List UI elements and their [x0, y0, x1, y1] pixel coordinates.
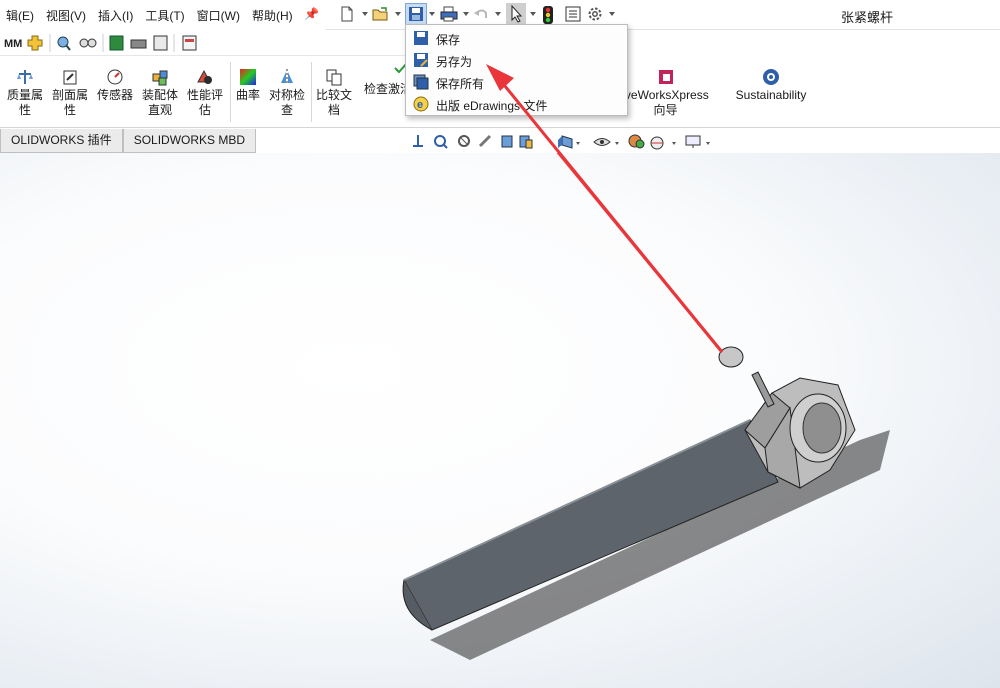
compare-documents-button[interactable]: 比较文档	[313, 56, 355, 118]
heads-up-view-toolbar	[410, 132, 720, 152]
options-dropdown-caret[interactable]	[609, 12, 615, 16]
ribbon-separator	[311, 62, 312, 122]
assembly-visualization-icon	[151, 68, 169, 86]
secondary-toolbar: MM	[0, 30, 405, 56]
model-view	[402, 153, 890, 660]
curvature-icon	[239, 68, 257, 86]
edrawings-icon: e	[413, 96, 429, 112]
assembly-visualization-button[interactable]: 装配体 直观	[139, 56, 181, 118]
new-document-icon[interactable]	[339, 6, 355, 22]
open-folder-icon[interactable]	[372, 6, 388, 22]
graphics-area[interactable]	[0, 153, 1000, 688]
driveworksxpress-wizard-button[interactable]: iveWorksXpress 向导	[618, 56, 713, 118]
menu-item-save[interactable]: 保存	[406, 27, 627, 49]
performance-evaluation-icon	[196, 68, 214, 86]
sustainability-icon	[762, 68, 780, 86]
menu-window[interactable]: 窗口(W)	[191, 7, 246, 24]
driveworksxpress-icon	[657, 68, 675, 86]
print-icon[interactable]	[440, 6, 458, 22]
performance-evaluation-button[interactable]: 性能评估	[184, 56, 226, 118]
menu-item-save-all[interactable]: 保存所有	[406, 71, 627, 93]
menu-item-save-as[interactable]: 另存为	[406, 49, 627, 71]
tab-solidworks-addins[interactable]: OLIDWORKS 插件	[0, 129, 123, 153]
toolbar-small-icons: MM	[4, 34, 197, 52]
svg-text:MM: MM	[4, 38, 22, 50]
compare-documents-icon	[325, 68, 343, 86]
sensor-gauge-icon	[106, 68, 124, 86]
file-properties-icon[interactable]	[565, 6, 581, 22]
save-as-icon	[413, 52, 429, 68]
view-tool-icons[interactable]	[413, 134, 710, 150]
symmetry-check-icon	[278, 68, 296, 86]
mass-properties-button[interactable]: 质量属性	[4, 56, 46, 118]
select-cursor-icon[interactable]	[506, 3, 526, 25]
menu-insert[interactable]: 插入(I)	[92, 7, 139, 24]
sensor-button[interactable]: 传感器	[94, 56, 136, 103]
save-dropdown-menu: 保存 另存为 保存所有 e 出版 eDrawings 文件	[405, 24, 628, 116]
pin-icon[interactable]: 📌	[304, 7, 319, 21]
open-dropdown-caret[interactable]	[395, 12, 401, 16]
ribbon-separator	[230, 62, 231, 122]
save-dropdown-caret[interactable]	[429, 12, 435, 16]
save-icon	[413, 30, 429, 46]
print-dropdown-caret[interactable]	[463, 12, 469, 16]
command-manager-tabs: OLIDWORKS 插件 SOLIDWORKS MBD	[0, 129, 257, 153]
svg-text:e: e	[417, 99, 423, 111]
document-title: 张紧螺杆	[841, 10, 894, 25]
sustainability-button[interactable]: Sustainability	[732, 56, 810, 103]
save-all-icon	[413, 74, 429, 90]
section-properties-icon	[61, 68, 79, 86]
save-icon[interactable]	[405, 3, 427, 25]
select-dropdown-caret[interactable]	[530, 12, 536, 16]
menu-edit[interactable]: 辑(E)	[0, 7, 40, 24]
mass-properties-icon	[16, 68, 34, 86]
annotation-arrow-line	[556, 153, 724, 353]
menu-bar: 辑(E) 视图(V) 插入(I) 工具(T) 窗口(W) 帮助(H) 📌	[0, 0, 325, 30]
undo-dropdown-caret[interactable]	[495, 12, 501, 16]
section-properties-button[interactable]: 剖面属性	[49, 56, 91, 118]
menu-item-publish-edrawings[interactable]: e 出版 eDrawings 文件	[406, 93, 627, 115]
curvature-button[interactable]: 曲率	[233, 56, 263, 103]
undo-icon[interactable]	[473, 6, 489, 22]
options-gear-icon[interactable]	[587, 6, 603, 22]
grease-pin	[751, 371, 775, 408]
menu-help[interactable]: 帮助(H)	[246, 7, 299, 24]
pin-ball	[718, 346, 744, 368]
rebuild-traffic-light-icon[interactable]	[542, 6, 558, 24]
tab-solidworks-mbd[interactable]: SOLIDWORKS MBD	[122, 129, 257, 153]
new-dropdown-caret[interactable]	[362, 12, 368, 16]
menu-view[interactable]: 视图(V)	[40, 7, 92, 24]
symmetry-check-button[interactable]: 对称检查	[266, 56, 308, 118]
menu-tools[interactable]: 工具(T)	[139, 7, 190, 24]
